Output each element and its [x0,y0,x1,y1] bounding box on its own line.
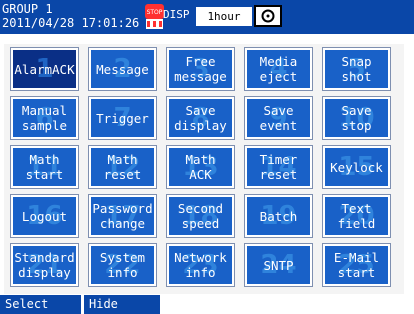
key-16[interactable]: 16 Logout [11,195,78,237]
key-label: Timer reset [259,152,298,182]
key-22[interactable]: 22 System info [89,244,156,286]
alarm-stop-icon: STOP [145,4,164,29]
disp-label: DISP [163,8,190,21]
key-13[interactable]: 13 Math ACK [167,146,234,188]
status-bar: GROUP 1 2011/04/28 17:01:26 STOP DISP 1h… [0,0,414,34]
key-7[interactable]: 7 Trigger [89,97,156,139]
key-label: Manual sample [21,103,68,133]
key-6[interactable]: 6 Manual sample [11,97,78,139]
key-menu-grid: 1 AlarmACK 2 Message 3 Free message 4 Media eje… [4,44,404,294]
key-5[interactable]: 5 Snap shot [323,48,390,90]
key-9[interactable]: 9 Save event [245,97,312,139]
key-label: Keylock [330,159,383,175]
key-23[interactable]: 23 Network info [167,244,234,286]
key-label: Save display [174,103,227,133]
key-label: Math ACK [185,152,216,182]
group-name: GROUP 1 [2,2,53,16]
key-10[interactable]: 10 Save stop [323,97,390,139]
select-softkey[interactable]: Select [0,295,81,314]
key-15[interactable]: 15 Keylock [323,146,390,188]
key-label: System info [99,250,146,280]
key-25[interactable]: 25 E-Mail start [323,244,390,286]
group-datetime: GROUP 1 2011/04/28 17:01:26 [2,2,139,30]
key-label: Text field [337,201,376,231]
key-18[interactable]: 18 Second speed [167,195,234,237]
key-1[interactable]: 1 AlarmACK [11,48,78,90]
key-label: Standard display [14,250,75,280]
key-label: Save event [259,103,298,133]
key-label: Save stop [341,103,372,133]
key-label: Free message [174,54,227,84]
key-3[interactable]: 3 Free message [167,48,234,90]
key-label: Batch [259,208,298,224]
key-label: E-Mail start [333,250,380,280]
key-19[interactable]: 19 Batch [245,195,312,237]
key-label: AlarmACK [14,61,75,77]
key-4[interactable]: 4 Media eject [245,48,312,90]
key-14[interactable]: 14 Timer reset [245,146,312,188]
key-label: Second speed [177,201,224,231]
key-label: Media eject [259,54,298,84]
key-11[interactable]: 11 Math start [11,146,78,188]
key-label: Password change [92,201,153,231]
hide-softkey[interactable]: Hide [84,295,160,314]
key-label: Snap shot [341,54,372,84]
alarm-badge-text: STOP [147,9,163,16]
key-label: Trigger [96,110,149,126]
key-label: Message [96,61,149,77]
key-21[interactable]: 21 Standard display [11,244,78,286]
softkey-bar: Select Hide [0,295,414,314]
key-label: SNTP [263,257,294,273]
key-24[interactable]: 24 SNTP [245,244,312,286]
key-label: Math reset [103,152,142,182]
key-17[interactable]: 17 Password change [89,195,156,237]
media-icon [254,5,282,27]
interval-display: 1hour [196,7,252,26]
key-12[interactable]: 12 Math reset [89,146,156,188]
date-time: 2011/04/28 17:01:26 [2,16,140,30]
key-8[interactable]: 8 Save display [167,97,234,139]
key-label: Network info [174,250,227,280]
key-2[interactable]: 2 Message [89,48,156,90]
key-label: Math start [25,152,64,182]
key-label: Logout [21,208,68,224]
key-20[interactable]: 20 Text field [323,195,390,237]
